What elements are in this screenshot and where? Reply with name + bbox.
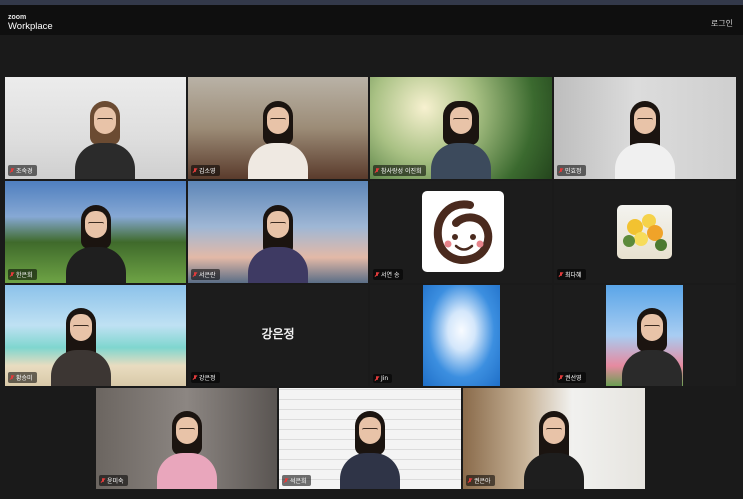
mic-muted-icon (375, 167, 379, 174)
participant-name-label: 서은란 (191, 269, 220, 280)
smiley-logo-icon (433, 200, 493, 264)
participant-name-label: 한은희 (8, 269, 37, 280)
participant-figure (60, 191, 132, 283)
flower-bouquet-icon (623, 214, 667, 251)
video-tile[interactable]: Jin (370, 285, 552, 386)
participant-figure (334, 397, 406, 489)
profile-picture (422, 191, 504, 272)
video-tile[interactable]: 김소영 (188, 77, 368, 179)
participant-figure (616, 294, 683, 386)
participant-name-label: 조숙경 (8, 165, 37, 176)
participant-figure (69, 87, 141, 179)
mic-muted-icon (375, 375, 379, 382)
login-button[interactable]: 로그인 (711, 18, 733, 29)
participant-display-name: 강은정 (261, 327, 295, 341)
video-tile[interactable]: 참사랑성 이진희 (370, 77, 552, 179)
video-tile-active-speaker[interactable]: 권은아 (463, 388, 645, 489)
participant-name-label: 민효정 (557, 165, 586, 176)
mic-muted-icon (10, 271, 14, 278)
video-tile[interactable]: 최다혜 (554, 181, 736, 283)
participant-figure (425, 87, 497, 179)
participant-figure (45, 294, 117, 386)
participant-name-label: 강은정 (191, 372, 220, 383)
video-tile[interactable]: 민효정 (554, 77, 736, 179)
mic-muted-icon (101, 477, 105, 484)
profile-picture (617, 205, 672, 259)
video-tile[interactable]: 윤미숙 (96, 388, 277, 489)
mic-muted-icon (468, 477, 472, 484)
participant-name-label: 윤미숙 (99, 475, 128, 486)
mic-muted-icon (193, 374, 197, 381)
participant-figure (242, 191, 314, 283)
participant-name-label: 최다혜 (557, 269, 586, 280)
participant-name-label: 서연 송 (373, 269, 404, 280)
mic-muted-icon (10, 167, 14, 174)
zoom-workplace-logo: zoom Workplace (8, 13, 53, 31)
video-tile[interactable]: 권선영 (554, 285, 736, 386)
mic-muted-icon (559, 374, 563, 381)
participant-name-label: 황승미 (8, 372, 37, 383)
participant-figure (609, 87, 681, 179)
mic-muted-icon (10, 374, 14, 381)
mic-muted-icon (193, 167, 197, 174)
participant-figure (151, 397, 223, 489)
participant-name-label: 참사랑성 이진희 (373, 165, 426, 176)
video-tile[interactable]: 강은정 강은정 (188, 285, 368, 386)
video-tile[interactable]: 한은희 (5, 181, 186, 283)
mic-muted-icon (284, 477, 288, 484)
mic-muted-icon (375, 271, 379, 278)
mic-muted-icon (559, 271, 563, 278)
participant-name-label: 권선영 (557, 372, 586, 383)
participant-name-label: 김소영 (191, 165, 220, 176)
participant-name-label: 석은희 (282, 475, 311, 486)
logo-workplace-text: Workplace (8, 21, 53, 32)
video-tile[interactable]: 서연 송 (370, 181, 552, 283)
video-tile[interactable]: 조숙경 (5, 77, 186, 179)
participant-figure (242, 87, 314, 179)
participant-name-label: 권은아 (466, 475, 495, 486)
mic-muted-icon (559, 167, 563, 174)
mic-muted-icon (193, 271, 197, 278)
video-tile[interactable]: 황승미 (5, 285, 186, 386)
participant-name-label: Jin (373, 374, 393, 383)
video-tile[interactable]: 석은희 (279, 388, 461, 489)
profile-picture (423, 285, 500, 386)
profile-picture (606, 285, 683, 386)
video-tile[interactable]: 서은란 (188, 181, 368, 283)
title-bar: zoom Workplace 로그인 (0, 5, 743, 35)
participant-figure (518, 397, 590, 489)
